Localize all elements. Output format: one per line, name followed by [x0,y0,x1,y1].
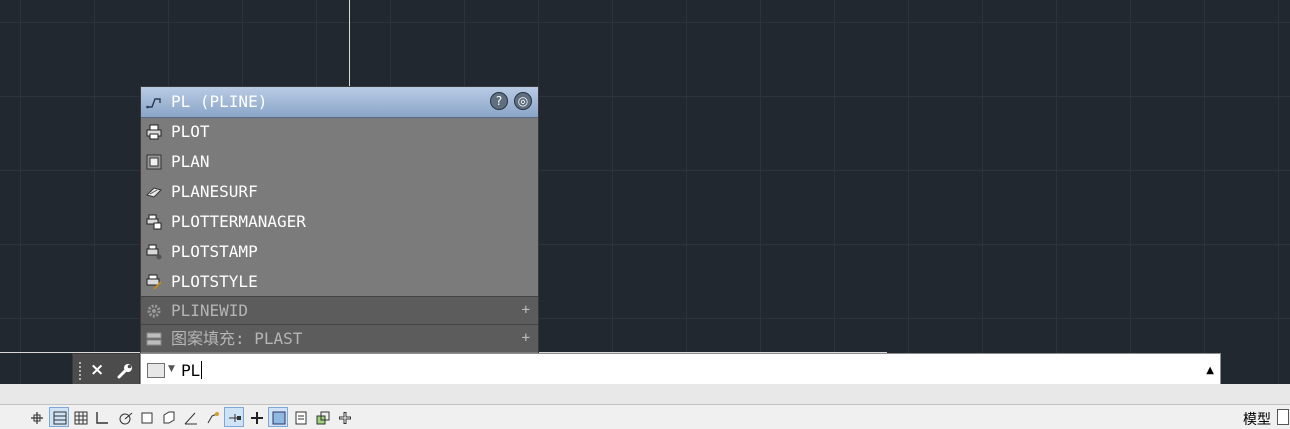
status-bar: 模型 [0,404,1290,429]
ortho-icon[interactable] [91,407,111,427]
autocomplete-item-planesurf[interactable]: PLANESURF [141,177,538,207]
grid-display-icon[interactable] [49,407,69,427]
plane-surface-icon [146,187,162,198]
autocomplete-section-plinewid[interactable]: PLINEWID + [141,296,538,324]
plot-stamp-icon [146,244,162,260]
help-icon[interactable]: ? [490,92,508,110]
autocomplete-section-label: PLINEWID [171,301,249,320]
autocomplete-item-label: PLAN [171,152,210,171]
autocomplete-item-label: PLOTSTYLE [171,272,258,291]
printer-icon [146,124,162,140]
annotation-monitor-icon[interactable] [334,407,354,427]
autocomplete-section-label: 图案填充: PLAST [171,329,303,348]
autocomplete-item-plan[interactable]: PLAN [141,147,538,177]
3d-osnap-icon[interactable] [158,407,178,427]
crosshair-vertical [349,0,350,86]
text-caret [200,361,202,379]
layout-icon[interactable] [1277,409,1289,425]
command-text[interactable]: PL [181,361,202,380]
grid-icon[interactable] [70,407,90,427]
command-autocomplete-list: PL (PLINE) ? ◎ PLOT PLAN PLANESURF PLOTT… [140,86,539,354]
plan-view-icon [146,154,162,170]
model-tab[interactable]: 模型 [1243,409,1271,429]
lineweight-icon[interactable] [246,407,266,427]
otrack-icon[interactable] [180,407,200,427]
plot-style-icon [146,274,162,290]
dynamic-input-icon[interactable] [224,407,244,427]
polyline-icon [146,98,161,109]
autocomplete-item-label: PLOTTERMANAGER [171,212,306,231]
gear-icon [147,304,161,317]
autocomplete-item-label: PLOTSTAMP [171,242,258,261]
hatch-icon [146,332,162,345]
polar-icon[interactable] [115,407,135,427]
transparency-icon[interactable] [268,407,288,427]
expand-plus-icon[interactable]: + [522,297,530,324]
command-history-expand-icon[interactable]: ▲ [1206,365,1214,376]
dynamic-ucs-icon[interactable] [202,407,222,427]
autocomplete-item-pline[interactable]: PL (PLINE) ? ◎ [141,87,538,118]
globe-search-icon[interactable]: ◎ [514,92,532,110]
application-background-strip [0,384,1290,404]
command-line-input[interactable]: ▼ PL ▲ [140,353,1221,387]
wrench-icon[interactable] [116,362,134,380]
autocomplete-item-plot[interactable]: PLOT [141,117,538,147]
autocomplete-item-label: PLOT [171,122,210,141]
expand-plus-icon[interactable]: + [522,325,530,352]
plotter-manager-icon [146,214,162,230]
osnap-icon[interactable] [136,407,156,427]
autocomplete-item-plotstyle[interactable]: PLOTSTYLE [141,267,538,297]
chevron-down-icon[interactable]: ▼ [168,364,175,374]
command-prompt-icon[interactable] [147,363,165,378]
quick-properties-icon[interactable] [290,407,310,427]
autocomplete-item-label: PL (PLINE) [171,92,268,111]
snap-icon[interactable] [26,407,46,427]
autocomplete-item-plottermanager[interactable]: PLOTTERMANAGER [141,207,538,237]
command-input-value: PL [181,361,200,380]
close-icon[interactable]: × [90,360,104,380]
drag-grip-icon[interactable] [78,361,82,381]
autocomplete-item-label: PLANESURF [171,182,258,201]
selection-cycling-icon[interactable] [312,407,332,427]
autocomplete-item-plotstamp[interactable]: PLOTSTAMP [141,237,538,267]
autocomplete-section-hatch[interactable]: 图案填充: PLAST + [141,324,538,352]
command-line-handle[interactable]: × [72,353,140,387]
